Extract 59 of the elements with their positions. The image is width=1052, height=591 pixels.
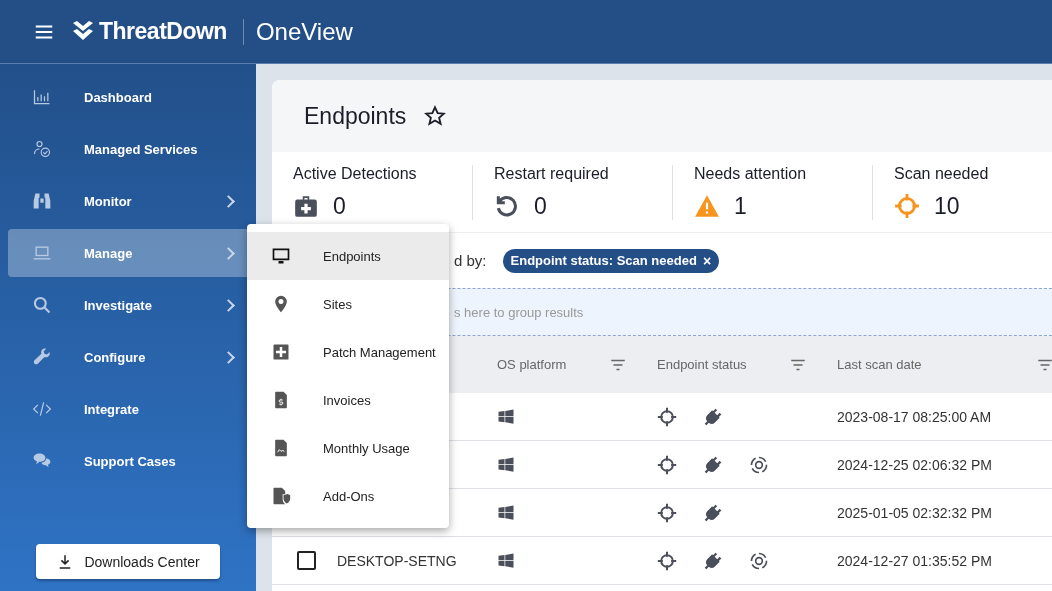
sidebar-item[interactable]: Dashboard <box>8 73 247 121</box>
bar-chart-icon <box>32 87 52 107</box>
crosshair-icon <box>894 193 920 219</box>
last-scan-cell-text: 2025-01-05 02:32:32 PM <box>837 504 993 521</box>
column-header[interactable]: Last scan date <box>837 357 922 372</box>
downloads-center-button[interactable]: Downloads Center <box>36 544 220 579</box>
filter-chip[interactable]: Endpoint status: Scan needed × <box>502 248 720 273</box>
submenu-item[interactable]: Endpoints <box>247 232 449 280</box>
stat-value: 0 <box>333 192 346 220</box>
stat-label: Restart required <box>494 164 610 183</box>
submenu-item[interactable]: Invoices <box>247 376 449 424</box>
stat-value: 10 <box>934 192 960 220</box>
last-scan-cell-text: 2023-08-17 08:25:00 AM <box>837 408 993 425</box>
column-header[interactable]: Endpoint status <box>657 357 747 372</box>
crosshair-icon <box>657 406 677 427</box>
filter-label: d by: <box>454 252 487 269</box>
plug-icon <box>703 550 723 571</box>
submenu-item[interactable]: Add-Ons <box>247 472 449 520</box>
code-icon <box>32 399 52 419</box>
sidebar-item[interactable]: Support Cases <box>8 437 247 485</box>
monitor-icon <box>271 246 291 266</box>
wrench-icon <box>32 347 52 367</box>
sidebar-item[interactable]: Monitor <box>8 177 247 225</box>
windows-logo-icon <box>497 503 515 522</box>
crosshair-icon <box>657 454 677 475</box>
sidebar-item[interactable]: Configure <box>8 333 247 381</box>
stat-label: Needs attention <box>694 164 808 183</box>
row-checkbox[interactable] <box>297 551 316 570</box>
stat-value: 0 <box>534 192 547 220</box>
windows-logo-icon <box>497 455 515 474</box>
plug-icon <box>703 454 723 475</box>
warning-icon <box>694 193 720 219</box>
windows-logo-icon <box>497 407 515 426</box>
restart-icon <box>494 193 520 219</box>
submenu-item[interactable]: Monthly Usage <box>247 424 449 472</box>
plug-icon <box>703 502 723 523</box>
plug-icon <box>703 406 723 427</box>
last-scan-cell-text: 2024-12-27 01:35:52 PM <box>837 552 993 569</box>
logo-text: ThreatDown <box>99 18 227 45</box>
shield-document-icon <box>271 486 291 506</box>
crosshair-icon <box>657 502 677 523</box>
medical-kit-icon <box>293 193 319 219</box>
sidebar-item[interactable]: Investigate <box>8 281 247 329</box>
binoculars-icon <box>32 191 52 211</box>
column-header[interactable]: OS platform <box>497 357 567 372</box>
last-scan-cell-text: 2024-12-25 02:06:32 PM <box>837 456 993 473</box>
crosshair-icon <box>657 550 677 571</box>
person-check-icon <box>32 139 52 159</box>
search-icon <box>32 295 52 315</box>
hostname-cell[interactable]: DESKTOP-SETNG <box>337 552 457 569</box>
remove-filter-button[interactable]: × <box>702 252 712 269</box>
windows-logo-icon <box>497 551 515 570</box>
sidebar-item[interactable]: Integrate <box>8 385 247 433</box>
product-name: OneView <box>242 18 353 45</box>
sidebar-item[interactable]: Managed Services <box>8 125 247 173</box>
stat-value: 1 <box>734 192 747 220</box>
page-title: Endpoints <box>304 102 407 130</box>
stat-label: Active Detections <box>293 164 418 183</box>
stat-label: Scan needed <box>894 164 990 183</box>
